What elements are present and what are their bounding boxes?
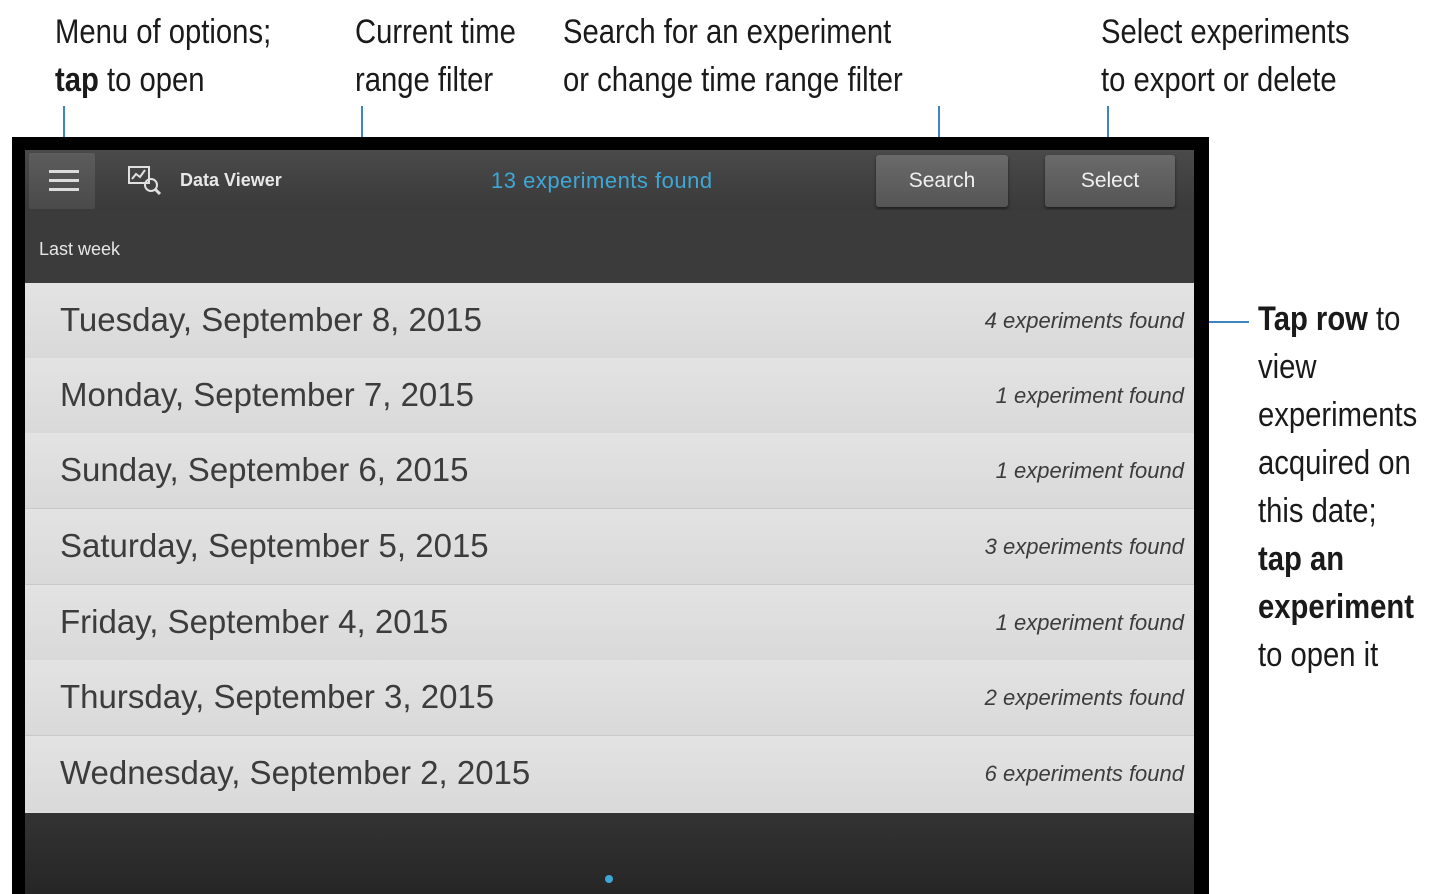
row-count: 1 experiment found xyxy=(995,610,1184,635)
row-count: 6 experiments found xyxy=(984,761,1184,786)
bottom-bar xyxy=(25,813,1194,894)
callout-time-range-line1: Current time xyxy=(355,13,516,51)
time-range-filter-label[interactable]: Last week xyxy=(39,239,120,260)
row-date: Monday, September 7, 2015 xyxy=(60,376,474,413)
callout-tap-row-rest: to xyxy=(1367,300,1401,338)
list-item[interactable]: Tuesday, September 8, 2015 4 experiments… xyxy=(25,283,1194,359)
callout-tap-row-line4: acquired on xyxy=(1258,444,1411,482)
page-indicator xyxy=(605,875,613,883)
callout-select-line1: Select experiments xyxy=(1101,13,1350,51)
list-item[interactable]: Wednesday, September 2, 2015 6 experimen… xyxy=(25,736,1194,811)
callout-tap-row-line3: experiments xyxy=(1258,396,1418,434)
row-date: Sunday, September 6, 2015 xyxy=(60,451,469,488)
callout-time-range: Current time range filter xyxy=(355,8,516,104)
callout-tap-row-bold6: tap an xyxy=(1258,540,1345,578)
callout-tap-row-line8: to open it xyxy=(1258,636,1379,674)
row-count: 1 experiment found xyxy=(995,383,1184,408)
row-date: Thursday, September 3, 2015 xyxy=(60,678,495,715)
callout-menu: Menu of options; tap to open xyxy=(55,8,271,104)
callout-select-line2: to export or delete xyxy=(1101,61,1337,99)
row-date: Tuesday, September 8, 2015 xyxy=(60,301,482,338)
menu-icon-bar xyxy=(49,188,79,191)
search-button[interactable]: Search xyxy=(876,155,1008,207)
row-count: 4 experiments found xyxy=(984,308,1184,333)
row-count: 1 experiment found xyxy=(995,458,1184,483)
menu-icon xyxy=(49,170,79,173)
date-list: Tuesday, September 8, 2015 4 experiments… xyxy=(25,283,1194,813)
row-date: Wednesday, September 2, 2015 xyxy=(60,754,531,791)
app-screen: Data Viewer 13 experiments found Search … xyxy=(25,150,1194,894)
list-item[interactable]: Friday, September 4, 2015 1 experiment f… xyxy=(25,585,1194,661)
app-title: Data Viewer xyxy=(180,170,282,190)
callout-search-line2: or change time range filter xyxy=(563,61,903,99)
row-date: Friday, September 4, 2015 xyxy=(60,603,449,640)
filter-bar: Last week xyxy=(25,210,1194,283)
row-count: 3 experiments found xyxy=(984,534,1184,559)
callout-tap-row-bold7: experiment xyxy=(1258,588,1415,626)
callout-tap-row-line2: view xyxy=(1258,348,1317,386)
callout-menu-rest: to open xyxy=(98,61,205,99)
list-item[interactable]: Sunday, September 6, 2015 1 experiment f… xyxy=(25,433,1194,509)
experiments-found-title: 13 experiments found xyxy=(491,168,713,193)
row-count: 2 experiments found xyxy=(984,685,1184,710)
menu-icon-bar xyxy=(49,179,79,182)
callout-time-range-line2: range filter xyxy=(355,61,494,99)
action-bar: Data Viewer 13 experiments found Search … xyxy=(25,150,1194,210)
callout-menu-bold: tap xyxy=(55,61,99,99)
row-date: Saturday, September 5, 2015 xyxy=(60,527,489,564)
callout-tap-row-line5: this date; xyxy=(1258,492,1377,530)
select-button[interactable]: Select xyxy=(1045,155,1175,207)
data-viewer-icon xyxy=(128,166,162,195)
callout-select: Select experiments to export or delete xyxy=(1101,8,1350,104)
callout-search-line1: Search for an experiment xyxy=(563,13,892,51)
list-item[interactable]: Monday, September 7, 2015 1 experiment f… xyxy=(25,358,1194,434)
list-item[interactable]: Thursday, September 3, 2015 2 experiment… xyxy=(25,660,1194,736)
callout-menu-line1: Menu of options; xyxy=(55,13,272,51)
callout-tap-row-bold: Tap row xyxy=(1258,300,1368,338)
callout-search: Search for an experiment or change time … xyxy=(563,8,903,104)
callout-tap-row: Tap row to view experiments acquired on … xyxy=(1258,295,1417,679)
menu-button[interactable] xyxy=(29,153,95,209)
list-item[interactable]: Saturday, September 5, 2015 3 experiment… xyxy=(25,509,1194,585)
